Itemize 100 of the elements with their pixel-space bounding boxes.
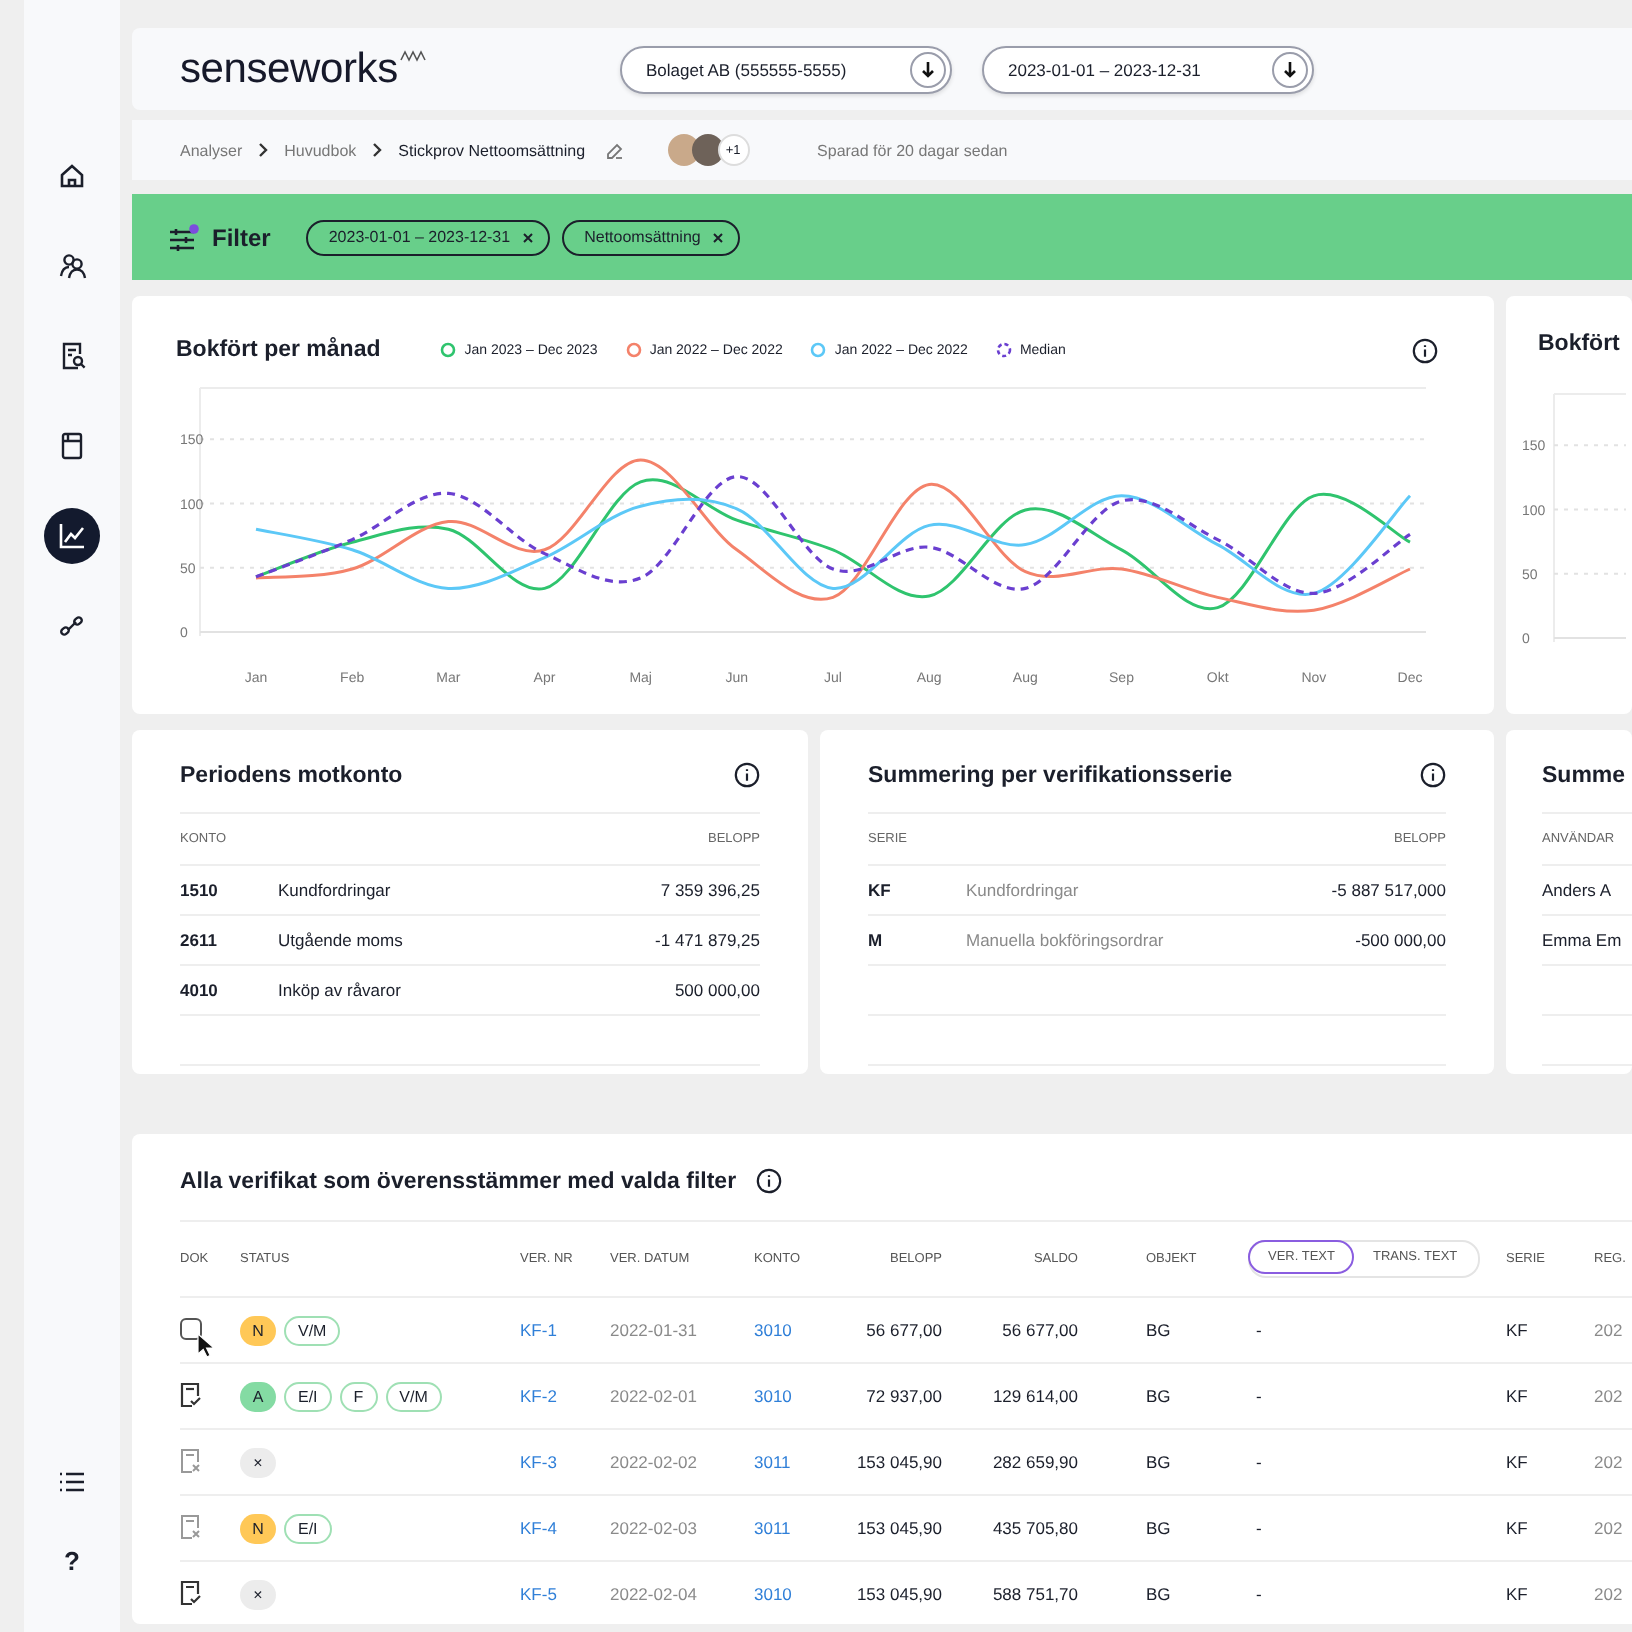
table-cell-text: Manuella bokföringsordrar [966,930,1166,950]
filter-chip[interactable]: Nettoomsättning [562,219,741,255]
table-cell: 500 000,00 [674,980,760,1000]
card-title: Summering per verifikationsserie [868,763,1233,787]
document-check-icon[interactable] [180,1381,202,1407]
account-link[interactable]: 3011 [754,1452,830,1472]
chevron-icon [258,142,269,158]
breadcrumb-link[interactable]: Huvudbok [284,141,357,159]
table-cell: 7 359 396,25 [660,880,760,900]
status-badge: N [240,1315,276,1345]
status-badge: N [240,1513,276,1543]
table-cell: -500 000,00 [1355,930,1446,950]
table-cell: 129 614,00 [992,1386,1078,1406]
table-cell: 282 659,90 [992,1452,1078,1472]
table-cell: -5 887 517,000 [1331,880,1446,900]
link-icon [58,612,86,640]
card-title: Periodens motkonto [180,763,403,787]
table-cell-text: 2022-01-31 [610,1320,699,1340]
table-cell-text: 202 [1594,1452,1625,1472]
line-chart-icon [58,522,86,550]
account-link[interactable]: 3010 [754,1584,830,1604]
filter-sliders-icon[interactable] [168,223,200,251]
document-x-icon[interactable] [180,1447,202,1473]
voucher-link[interactable]: KF-4 [520,1518,610,1538]
wave-icon [399,49,428,61]
table-cell-text: - [1254,1518,1264,1538]
status-badge: V/M [385,1381,442,1411]
table-cell-text: BG [1144,1320,1173,1340]
document-search-icon [59,342,85,370]
account-link[interactable]: 3010 [754,1386,830,1406]
info-icon[interactable] [1420,762,1446,788]
status-badge: V/M [284,1315,341,1345]
table-cell-text: KF [1506,1518,1530,1538]
table-cell-text: KF [1506,1320,1530,1340]
document-check-icon[interactable] [180,1579,202,1605]
table-cell-text: 4010 [180,980,220,1000]
list-icon[interactable] [58,1470,86,1494]
account-link[interactable]: 3010 [754,1320,830,1340]
table-cell-text: 202 [1594,1584,1625,1604]
info-icon[interactable] [1412,337,1438,363]
status-badge: × [240,1579,276,1609]
close-icon[interactable] [712,231,725,243]
pencil-icon[interactable] [605,141,624,159]
table-cell-text: 202 [1594,1320,1625,1340]
voucher-link[interactable]: KF-2 [520,1386,610,1406]
table-cell-text: BG [1144,1452,1173,1472]
table-cell-text: BG [1144,1584,1173,1604]
table-cell-text: KF [1506,1386,1530,1406]
close-icon[interactable] [522,231,535,243]
card-title: Bokfört per månad [176,338,381,362]
table-cell: 153 045,90 [856,1518,942,1538]
table-cell-text: Emma Em [1542,930,1624,950]
table-cell-text: Anders A [1542,880,1613,900]
document-icon [60,432,84,460]
table-cell: 588 751,70 [992,1584,1078,1604]
table-cell-text: 2611 [180,930,219,950]
saved-note: Sparad för 20 dagar sedan [817,141,1008,159]
account-link[interactable]: 3011 [754,1518,830,1538]
table-cell-text: KF [868,880,893,900]
table-cell-text: 2022-02-03 [610,1518,699,1538]
help-link[interactable]: ? [64,1546,80,1576]
table-cell-text: Kundfordringar [278,880,393,900]
table-cell-text: BG [1144,1518,1173,1538]
chevron-icon [372,142,383,158]
table-cell: 153 045,90 [856,1584,942,1604]
sidebar-item[interactable] [44,508,100,564]
table-cell: 56 677,00 [866,1320,942,1340]
table-cell-text: 2022-02-04 [610,1584,699,1604]
status-badge: E/I [284,1381,332,1411]
table-cell: 56 677,00 [1002,1320,1078,1340]
table-cell: 153 045,90 [856,1452,942,1472]
document-x-icon[interactable] [180,1513,202,1539]
card-title: Summe [1542,763,1626,787]
avatar-placeholder [667,134,700,166]
table-cell: 72 937,00 [866,1386,942,1406]
table-cell-text: - [1254,1320,1264,1340]
voucher-link[interactable]: KF-5 [520,1584,610,1604]
table-cell: -1 471 879,25 [655,930,760,950]
status-badge: × [240,1447,276,1477]
table-cell-text: 2022-02-01 [610,1386,699,1406]
table-cell-text: KF [1506,1452,1530,1472]
info-icon[interactable] [756,1168,783,1194]
people-icon [57,252,87,280]
table-cell-text: - [1254,1386,1264,1406]
card-title: Alla verifikat som överensstämmer med valda filter [180,1169,737,1193]
table-cell-text: - [1254,1452,1264,1472]
company-select[interactable]: Bolaget AB (555555-5555) [620,45,952,93]
home-icon [58,162,86,190]
table-cell-text: 202 [1594,1518,1625,1538]
table-cell-text: KF [1506,1584,1530,1604]
table-cell-text: Kundfordringar [966,880,1081,900]
breadcrumb-link[interactable]: Analyser [180,141,243,159]
filter-chip[interactable]: 2023-01-01 – 2023-12-31 [306,219,551,255]
voucher-link[interactable]: KF-1 [520,1320,610,1340]
voucher-link[interactable]: KF-3 [520,1452,610,1472]
period-select[interactable]: 2023-01-01 – 2023-12-31 [982,45,1314,93]
table-cell-text: Inköp av råvaror [278,980,403,1000]
filter-label: Filter [212,223,271,251]
table-cell-text: 1510 [180,880,220,900]
info-icon[interactable] [734,762,760,788]
